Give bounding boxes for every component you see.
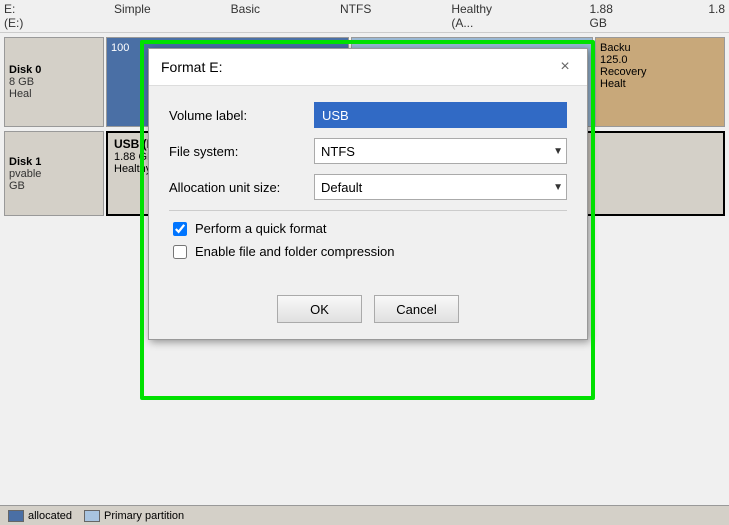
separator bbox=[169, 210, 567, 211]
allocation-label: Allocation unit size: bbox=[169, 180, 314, 195]
disk1-name: Disk 1 bbox=[9, 156, 99, 168]
legend-allocated-box bbox=[8, 510, 24, 522]
disk0-size: 8 GB bbox=[9, 76, 99, 88]
col-extra: 1.8 bbox=[708, 2, 725, 30]
col-simple: Simple bbox=[114, 2, 151, 30]
disk0-name: Disk 0 bbox=[9, 64, 99, 76]
col-size: 1.88 GB bbox=[590, 2, 629, 30]
file-system-label: File system: bbox=[169, 144, 314, 159]
col-basic: Basic bbox=[231, 2, 260, 30]
disk1-size: GB bbox=[9, 180, 99, 192]
disk0-type: Heal bbox=[9, 88, 99, 100]
file-system-select[interactable]: NTFS FAT32 exFAT bbox=[314, 138, 567, 164]
file-system-select-wrapper: NTFS FAT32 exFAT ▼ bbox=[314, 138, 567, 164]
format-dialog: Format E: × Volume label: File system: N… bbox=[148, 48, 588, 340]
quick-format-label: Perform a quick format bbox=[195, 221, 327, 236]
compression-row: Enable file and folder compression bbox=[169, 244, 567, 259]
volume-label-row: Volume label: bbox=[169, 102, 567, 128]
dialog-body: Volume label: File system: NTFS FAT32 ex… bbox=[149, 86, 587, 283]
disk0-label: Disk 0 8 GB Heal bbox=[4, 37, 104, 127]
allocation-row: Allocation unit size: Default 512 1024 2… bbox=[169, 174, 567, 200]
compression-checkbox[interactable] bbox=[173, 245, 187, 259]
cancel-button[interactable]: Cancel bbox=[374, 295, 459, 323]
disk0-partition-size: 100 bbox=[111, 42, 129, 54]
col-healthy: Healthy (A... bbox=[451, 2, 509, 30]
legend-primary: Primary partition bbox=[84, 510, 184, 522]
legend-allocated-label: allocated bbox=[28, 510, 72, 522]
quick-format-row: Perform a quick format bbox=[169, 221, 567, 236]
legend-primary-label: Primary partition bbox=[104, 510, 184, 522]
col-e: E: (E:) bbox=[4, 2, 34, 30]
dialog-title: Format E: bbox=[161, 59, 222, 75]
compression-label: Enable file and folder compression bbox=[195, 244, 394, 259]
dialog-footer: OK Cancel bbox=[149, 283, 587, 339]
disk0-right-recovery: Recovery bbox=[600, 66, 720, 78]
ok-button[interactable]: OK bbox=[277, 295, 362, 323]
legend-primary-box bbox=[84, 510, 100, 522]
volume-label-input[interactable] bbox=[314, 102, 567, 128]
legend-allocated: allocated bbox=[8, 510, 72, 522]
close-button[interactable]: × bbox=[555, 57, 575, 77]
disk0-right-label: Backu bbox=[600, 42, 720, 54]
dialog-titlebar: Format E: × bbox=[149, 49, 587, 86]
allocation-select-wrapper: Default 512 1024 2048 4096 ▼ bbox=[314, 174, 567, 200]
disk0-right-status: Healt bbox=[600, 78, 720, 90]
allocation-select[interactable]: Default 512 1024 2048 4096 bbox=[314, 174, 567, 200]
quick-format-checkbox[interactable] bbox=[173, 222, 187, 236]
disk0-right-partition[interactable]: Backu 125.0 Recovery Healt bbox=[595, 37, 725, 127]
volume-label-text: Volume label: bbox=[169, 108, 314, 123]
disk1-label: Disk 1 pvable GB bbox=[4, 131, 104, 216]
col-ntfs: NTFS bbox=[340, 2, 371, 30]
column-headers: E: (E:) Simple Basic NTFS Healthy (A... … bbox=[0, 0, 729, 33]
disk1-type: pvable bbox=[9, 168, 99, 180]
status-bar: allocated Primary partition bbox=[0, 505, 729, 525]
disk0-right-size: 125.0 bbox=[600, 54, 720, 66]
file-system-row: File system: NTFS FAT32 exFAT ▼ bbox=[169, 138, 567, 164]
